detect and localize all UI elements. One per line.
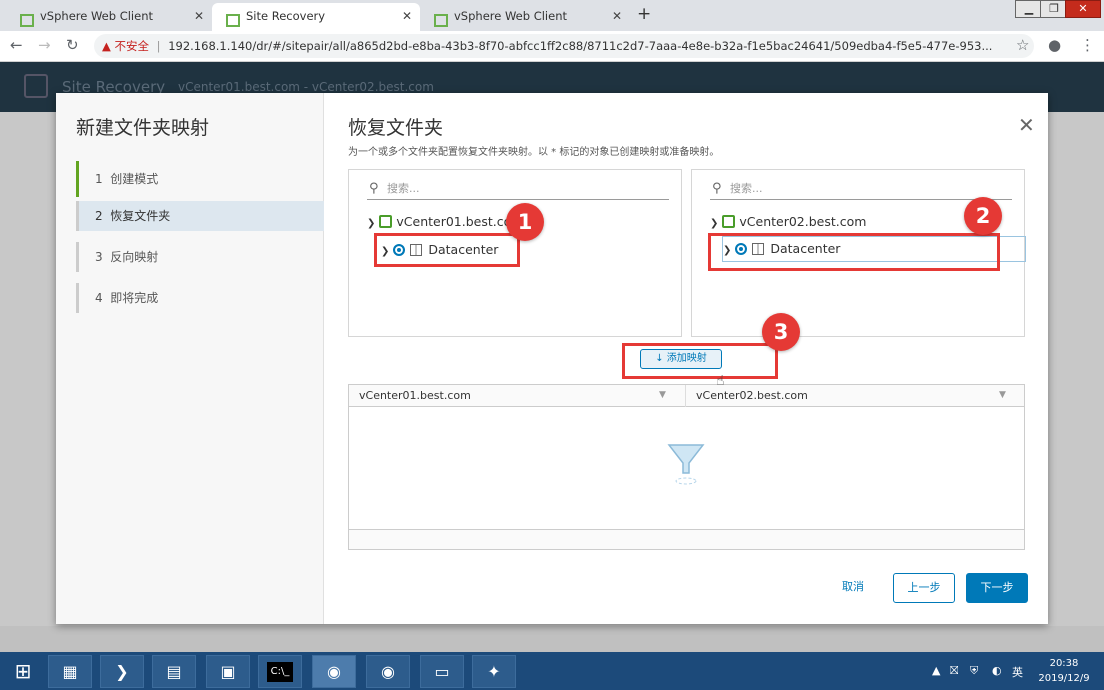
close-dialog-icon[interactable]: ✕ <box>1018 113 1035 137</box>
taskbar-clock[interactable]: 20:38 2019/12/9 <box>1028 656 1100 686</box>
server-manager-icon: ▦ <box>62 662 78 681</box>
back-arrow-icon[interactable]: ← <box>10 36 23 54</box>
vcenter-icon <box>722 215 736 228</box>
new-tab-button[interactable]: + <box>637 4 651 24</box>
new-folder-mapping-dialog: 新建文件夹映射 1 创建模式 2 恢复文件夹 3 反向映射 4 即将完成 恢复文… <box>56 93 1048 624</box>
cmd-icon: C:\_ <box>267 662 293 682</box>
tab-label: vSphere Web Client <box>454 9 567 23</box>
reload-icon[interactable]: ↻ <box>66 36 79 54</box>
next-button[interactable]: 下一步 <box>966 573 1028 603</box>
menu-dots-icon[interactable]: ⋮ <box>1080 36 1095 54</box>
monitor-icon: ▭ <box>434 662 450 681</box>
tray-network-icon[interactable]: ⛝ <box>950 664 958 678</box>
start-windows-icon[interactable]: ⊞ <box>6 656 40 686</box>
taskbar-server-manager[interactable]: ▦ <box>48 655 92 688</box>
target-vcenter-node[interactable]: ❯ vCenter02.best.com <box>710 214 866 229</box>
address-bar[interactable]: ▲ 不安全 | 192.168.1.140/dr/#/sitepair/all/… <box>94 34 1034 58</box>
site-recovery-favicon-icon <box>226 10 240 27</box>
taskbar-chrome[interactable]: ◉ <box>366 655 410 688</box>
browser-tab-site-recovery[interactable]: Site Recovery ✕ <box>212 3 420 31</box>
page-description: 为一个或多个文件夹配置恢复文件夹映射。以 * 标记的对象已创建映射或准备映射。 <box>348 147 720 158</box>
grid-header: vCenter01.best.com ▼ vCenter02.best.com … <box>349 385 1024 407</box>
target-search-input[interactable]: ⚲ 搜索... <box>710 178 1012 200</box>
bookmark-star-icon[interactable]: ☆ <box>1016 36 1029 54</box>
taskbar-explorer[interactable]: ▤ <box>152 655 196 688</box>
empty-funnel-icon <box>667 444 705 485</box>
grid-footer <box>349 529 1024 549</box>
browser-tab-vsphere-1[interactable]: vSphere Web Client ✕ <box>6 3 212 31</box>
tray-expand-icon[interactable]: ▲ <box>932 664 940 677</box>
app-context: vCenter01.best.com - vCenter02.best.com <box>178 80 434 94</box>
chrome-icon: ◉ <box>327 662 341 681</box>
vsphere-favicon-icon <box>20 10 34 27</box>
wizard-step-3[interactable]: 3 反向映射 <box>76 242 324 272</box>
chevron-down-icon[interactable]: ❯ <box>710 218 718 229</box>
chevron-down-icon[interactable]: ❯ <box>367 218 375 229</box>
annotation-box-1 <box>374 233 520 267</box>
close-tab-icon[interactable]: ✕ <box>612 3 622 29</box>
remote-desktop-icon: ▣ <box>220 662 236 681</box>
annotation-badge-2: 2 <box>964 197 1002 235</box>
filter-icon[interactable]: ▼ <box>999 390 1006 400</box>
tab-label: Site Recovery <box>246 9 326 23</box>
app-icon: ✦ <box>487 662 501 681</box>
taskbar-cmd[interactable]: C:\_ <box>258 655 302 688</box>
wizard-title: 新建文件夹映射 <box>76 117 210 139</box>
taskbar-app[interactable]: ✦ <box>472 655 516 688</box>
taskbar-powershell[interactable]: ❯ <box>100 655 144 688</box>
page-title: 恢复文件夹 <box>348 117 444 139</box>
close-tab-icon[interactable]: ✕ <box>402 3 412 29</box>
vcenter-icon <box>379 215 393 228</box>
column-header-target[interactable]: vCenter02.best.com <box>686 385 1024 407</box>
wizard-step-1[interactable]: 1 创建模式 <box>76 161 324 197</box>
wizard-step-4[interactable]: 4 即将完成 <box>76 283 324 313</box>
browser-tab-bar: vSphere Web Client ✕ Site Recovery ✕ vSp… <box>0 0 1104 31</box>
clock-date: 2019/12/9 <box>1038 673 1090 684</box>
tray-ime-label[interactable]: 英 <box>1012 664 1023 680</box>
app-footer-dimmed <box>0 626 1104 652</box>
security-label: 不安全 <box>114 39 150 53</box>
mapping-grid: vCenter01.best.com ▼ vCenter02.best.com … <box>348 384 1025 550</box>
tray-volume-icon[interactable]: ◐ <box>992 664 1002 677</box>
close-tab-icon[interactable]: ✕ <box>194 3 204 29</box>
clock-time: 20:38 <box>1049 658 1079 669</box>
filter-icon[interactable]: ▼ <box>659 390 666 400</box>
taskbar-chrome-active[interactable]: ◉ <box>312 655 356 688</box>
browser-tab-vsphere-2[interactable]: vSphere Web Client ✕ <box>420 3 630 31</box>
annotation-box-3 <box>622 343 778 379</box>
url-text: 192.168.1.140/dr/#/sitepair/all/a865d2bd… <box>168 39 993 53</box>
tab-label: vSphere Web Client <box>40 9 153 23</box>
profile-icon[interactable]: ● <box>1048 36 1061 54</box>
wizard-nav: 新建文件夹映射 1 创建模式 2 恢复文件夹 3 反向映射 4 即将完成 <box>56 93 324 624</box>
taskbar-remote-desktop[interactable]: ▣ <box>206 655 250 688</box>
folder-icon: ▤ <box>166 662 182 681</box>
taskbar-monitor[interactable]: ▭ <box>420 655 464 688</box>
powershell-icon: ❯ <box>115 662 129 681</box>
chrome-icon: ◉ <box>381 662 395 681</box>
annotation-box-2 <box>708 233 1000 271</box>
minimize-window-button[interactable]: ▁ <box>1015 0 1043 18</box>
source-search-input[interactable]: ⚲ 搜索... <box>367 178 669 200</box>
hand-cursor-icon: ☝ <box>716 373 725 389</box>
back-button[interactable]: 上一步 <box>893 573 955 603</box>
tray-security-icon[interactable]: ⛨ <box>970 664 978 678</box>
close-window-button[interactable]: ✕ <box>1065 0 1101 18</box>
warning-icon: ▲ <box>102 39 111 53</box>
cancel-button[interactable]: 取消 <box>828 573 878 603</box>
restore-window-button[interactable]: ❐ <box>1040 0 1068 18</box>
annotation-badge-1: 1 <box>506 203 544 241</box>
vsphere-favicon-icon <box>434 10 448 27</box>
search-icon: ⚲ <box>369 181 379 196</box>
source-vcenter-node[interactable]: ❯ vCenter01.best.com <box>367 214 523 229</box>
forward-arrow-icon[interactable]: → <box>38 36 51 54</box>
search-icon: ⚲ <box>712 181 722 196</box>
column-header-source[interactable]: vCenter01.best.com <box>349 385 686 407</box>
app-logo-icon <box>24 74 48 98</box>
annotation-badge-3: 3 <box>762 313 800 351</box>
wizard-step-2[interactable]: 2 恢复文件夹 <box>76 201 324 231</box>
